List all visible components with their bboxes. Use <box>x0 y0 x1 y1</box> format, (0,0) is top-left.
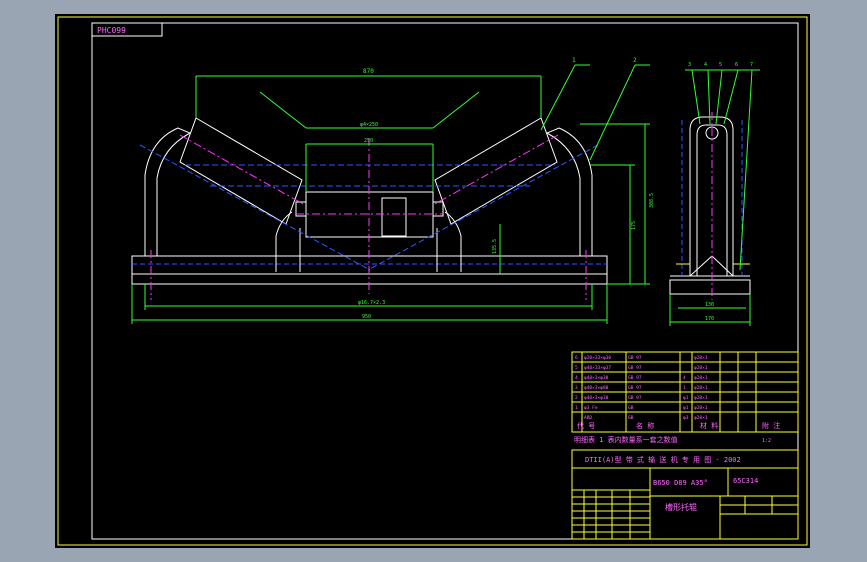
row-name: φ20×33×φ30 <box>584 355 611 361</box>
balloon-4: 4 <box>704 62 707 68</box>
row-material: φ1 <box>683 395 689 401</box>
row-qty: GB <box>628 415 634 421</box>
dim-center-roller: 250 <box>364 138 373 144</box>
row-material: φ1 <box>683 405 689 411</box>
code-text: 65C314 <box>733 477 758 485</box>
parts-note-line: 明细表 1 表内数量系一套之数值 <box>574 435 678 444</box>
row-note: φ20×1 <box>694 355 708 361</box>
row-note: φ20×1 <box>694 405 708 411</box>
balloon-3: 3 <box>688 62 691 68</box>
row-no: 5 <box>575 365 578 371</box>
drawing-code: PHC099 <box>97 26 126 35</box>
dim-height-left: 135.5 <box>492 239 498 254</box>
row-note: φ20×1 <box>694 385 708 391</box>
dim-bottom-inner: φ16.7×2.3 <box>358 300 385 306</box>
row-name: φ40×3×φ30 <box>584 375 609 381</box>
row-material: 1 <box>683 385 686 391</box>
dim-side-inner: 130 <box>705 302 714 308</box>
row-qty: GB 97 <box>628 385 642 391</box>
part-name-text: 槽形托辊 <box>665 502 697 512</box>
row-no: 3 <box>575 385 578 391</box>
row-no: 6 <box>575 355 578 361</box>
model-text: B650 D89 A35° <box>653 479 708 487</box>
row-qty: GB 97 <box>628 355 642 361</box>
row-material: 4 <box>683 375 686 381</box>
balloon-6: 6 <box>735 62 738 68</box>
row-qty: GB 97 <box>628 395 642 401</box>
header-material: 材 料 <box>700 421 718 430</box>
row-note: φ20×1 <box>694 375 708 381</box>
row-note: φ20×1 <box>694 365 708 371</box>
standard-title: DTII(A)型 带 式 输 送 机 专 用 图 - 2002 <box>585 455 741 464</box>
row-name: φ40×33×φ37 <box>584 365 611 371</box>
dim-bottom-total: 950 <box>362 314 371 320</box>
dim-overall-top: 870 <box>363 68 374 75</box>
row-no: 1 <box>575 405 578 411</box>
cad-drawing-sheet: PHC099 870 φ4×250 250 308.5 175 135.5 φ1… <box>55 14 810 548</box>
row-note: φ20×1 <box>694 415 708 421</box>
dim-height-center: 175 <box>631 221 637 230</box>
row-name: φ40×3×φ80 <box>584 385 609 391</box>
row-no: 4 <box>575 375 578 381</box>
row-note: φ20×1 <box>694 395 708 401</box>
dim-inner-span: φ4×250 <box>360 122 378 128</box>
row-name: φ3 Fe <box>584 405 598 411</box>
row-no: 2 <box>575 395 578 401</box>
balloon-1: 1 <box>572 57 576 64</box>
header-code: 代 号 <box>577 421 595 430</box>
row-qty: GB <box>628 405 634 411</box>
dim-height-total: 308.5 <box>649 193 655 208</box>
parts-note-scale: 1:2 <box>762 438 771 444</box>
row-material: φ3 <box>683 415 689 421</box>
balloon-5: 5 <box>719 62 722 68</box>
dim-side-total: 170 <box>705 316 714 322</box>
header-note: 附 注 <box>762 421 780 430</box>
header-name: 名 称 <box>636 421 654 430</box>
row-name: φ40×3×φ30 <box>584 395 609 401</box>
row-qty: GB 97 <box>628 365 642 371</box>
balloon-2: 2 <box>633 57 637 64</box>
row-name: ARD <box>584 415 592 421</box>
balloon-7: 7 <box>750 62 753 68</box>
row-qty: GB 97 <box>628 375 642 381</box>
